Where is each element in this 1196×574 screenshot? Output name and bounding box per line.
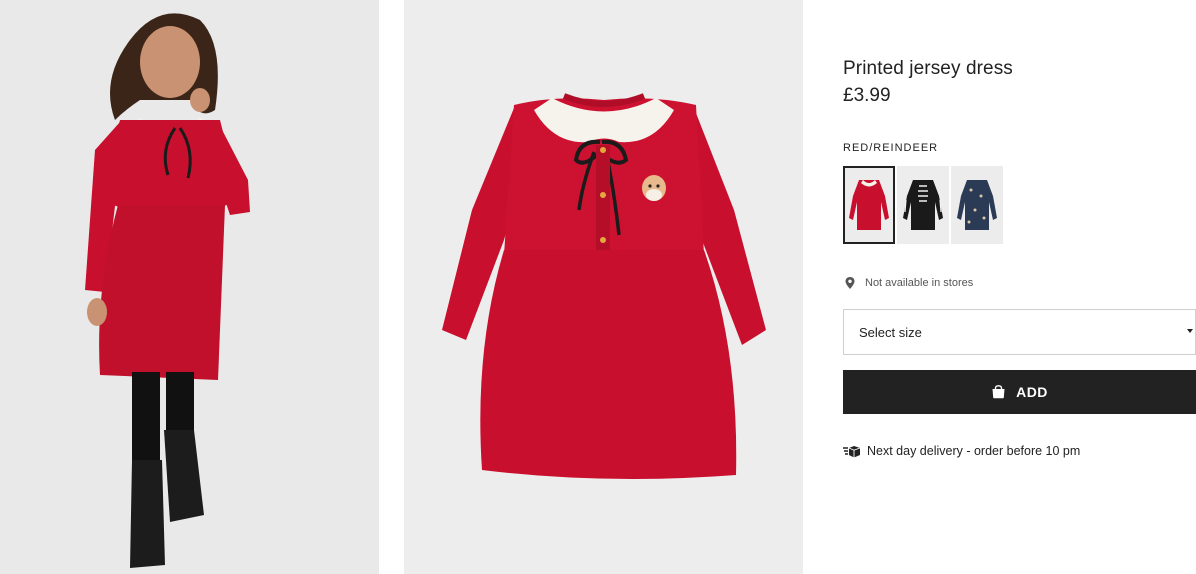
size-select-label: Select size [859,324,922,340]
availability-text: Not available in stores [865,277,974,289]
delivery-boxes-icon [843,445,861,457]
swatch-black-dress-thumbnail [897,166,949,244]
delivery-text: Next day delivery - order before 10 pm [867,444,1081,458]
product-image-flat[interactable] [404,0,803,574]
delivery-info: Next day delivery - order before 10 pm [843,444,1080,458]
swatch-navy-print[interactable] [951,166,1003,244]
product-image-model[interactable] [0,0,379,574]
size-select[interactable]: Select size [843,309,1196,355]
swatch-red-dress-thumbnail [843,166,895,244]
swatch-red-reindeer[interactable] [843,166,895,244]
add-button-label: ADD [1016,384,1048,400]
product-title: Printed jersey dress [843,58,1013,79]
location-pin-icon [845,277,855,289]
swatch-navy-dress-thumbnail [951,166,1003,244]
product-info-panel: Printed jersey dress £3.99 RED/REINDEER [843,0,1196,574]
store-availability: Not available in stores [843,276,973,290]
add-to-bag-button[interactable]: ADD [843,370,1196,414]
swatch-black-skeleton[interactable] [897,166,949,244]
product-price: £3.99 [843,85,891,106]
model-photo-illustration [0,0,379,574]
selected-color-name: RED/REINDEER [843,142,939,154]
flat-dress-illustration [404,0,803,574]
color-swatches [843,166,1003,244]
caret-down-icon [1187,329,1193,333]
shopping-bag-icon [992,385,1005,399]
image-gap [379,0,404,574]
